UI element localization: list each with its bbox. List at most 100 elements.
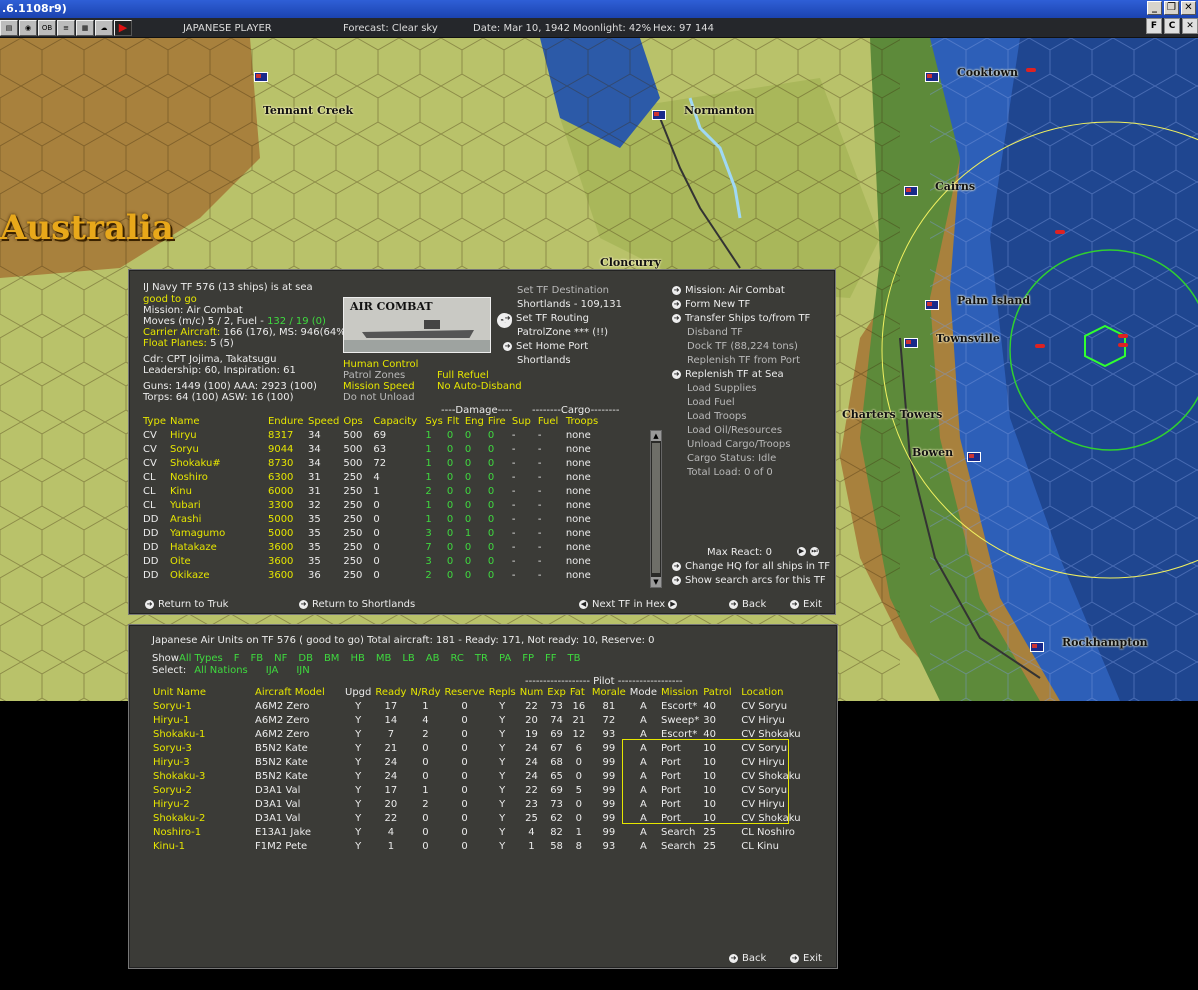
city-rockhampton[interactable]: Rockhampton	[1062, 636, 1148, 649]
city-bowen[interactable]: Bowen	[912, 446, 953, 459]
air-cell[interactable]: Search	[659, 826, 701, 840]
ship-row[interactable]: CV Soryu 9044 34 500 63 1 0 0 0- - none	[141, 443, 608, 457]
type-filter-tb[interactable]: TB	[568, 653, 581, 664]
tf-cmd-unload[interactable]: Unload Cargo/Troops	[687, 439, 790, 451]
nation-filter-all-nations[interactable]: All Nations	[194, 665, 248, 676]
air-col-header[interactable]: Morale	[590, 686, 628, 700]
air-cell[interactable]: Shokaku-3	[151, 770, 253, 784]
tf-cmd-transfer[interactable]: ➜ Transfer Ships to/from TF	[672, 313, 810, 325]
tf-cmd-disband[interactable]: Disband TF	[687, 327, 743, 339]
ship-cell[interactable]: Shokaku#	[168, 457, 266, 471]
ship-cell[interactable]: Oite	[168, 555, 266, 569]
ship-row[interactable]: DD Oite 3600 35 250 0 3 0 0 0- - none	[141, 555, 608, 569]
ship-row[interactable]: DD Arashi 5000 35 250 0 1 0 0 0- - none	[141, 513, 608, 527]
return-shortlands-button[interactable]: ➜ Return to Shortlands	[299, 599, 415, 611]
air-cell[interactable]: Kinu-1	[151, 840, 253, 854]
type-filter-db[interactable]: DB	[298, 653, 313, 664]
type-filter-all-types[interactable]: All Types	[179, 653, 223, 664]
allied-base-flag-icon[interactable]	[652, 110, 666, 120]
ship-col-header[interactable]: Capacity	[371, 415, 423, 429]
air-col-header[interactable]: Patrol	[701, 686, 739, 700]
return-truk-button[interactable]: ➜ Return to Truk	[145, 599, 228, 611]
ship-cell[interactable]: Yubari	[168, 499, 266, 513]
ship-cell[interactable]: Kinu	[168, 485, 266, 499]
city-normanton[interactable]: Normanton	[684, 104, 754, 117]
air-col-header[interactable]: Fat	[568, 686, 590, 700]
ship-cell[interactable]: Noshiro	[168, 471, 266, 485]
ship-marker-icon[interactable]	[1026, 68, 1036, 72]
change-hq-button[interactable]: ➜ Change HQ for all ships in TF	[672, 561, 830, 573]
type-filter-lb[interactable]: LB	[402, 653, 414, 664]
no-auto-disband-toggle[interactable]: No Auto-Disband	[437, 381, 522, 393]
ship-row[interactable]: CV Shokaku# 8730 34 500 72 1 0 0 0- - none	[141, 457, 608, 471]
allied-base-flag-icon[interactable]	[925, 72, 939, 82]
ship-col-header[interactable]: Type	[141, 415, 168, 429]
ship-col-header[interactable]: Endure	[266, 415, 306, 429]
set-tf-routing-button[interactable]: ➜ Set TF Routing	[503, 313, 589, 325]
city-cooktown[interactable]: Cooktown	[957, 66, 1018, 79]
type-filter-fp[interactable]: FP	[522, 653, 534, 664]
minimize-button[interactable]: _	[1147, 1, 1162, 15]
tf-cmd-load-fuel[interactable]: Load Fuel	[687, 397, 735, 409]
ship-marker-icon[interactable]	[1118, 343, 1128, 347]
do-not-unload-toggle[interactable]: Do not Unload	[343, 392, 415, 404]
air-col-header[interactable]: Upgd	[343, 686, 373, 700]
ship-cell[interactable]: Soryu	[168, 443, 266, 457]
tf-cmd-replenish-port[interactable]: Replenish TF from Port	[687, 355, 800, 367]
ship-col-header[interactable]: Name	[168, 415, 266, 429]
allied-base-flag-icon[interactable]	[904, 338, 918, 348]
type-filter-rc[interactable]: RC	[450, 653, 463, 664]
last-icon[interactable]: ⏭	[810, 546, 819, 556]
city-cairns[interactable]: Cairns	[935, 180, 975, 193]
air-col-header[interactable]: Num	[518, 686, 546, 700]
city-charters-towers[interactable]: Charters Towers	[842, 408, 942, 421]
air-cell[interactable]: Hiryu-1	[151, 714, 253, 728]
air-col-header[interactable]: Reserve	[443, 686, 487, 700]
city-cloncurry[interactable]: Cloncurry	[600, 256, 661, 269]
save-icon[interactable]: ▤	[0, 20, 18, 36]
exit-icon[interactable]: ✕	[1182, 18, 1198, 34]
type-filter-f[interactable]: F	[234, 653, 240, 664]
allied-base-flag-icon[interactable]	[925, 300, 939, 310]
air-cell[interactable]: Escort*	[659, 700, 701, 714]
ship-col-header[interactable]: Flt	[445, 415, 463, 429]
tf-cmd-load-troops[interactable]: Load Troops	[687, 411, 747, 423]
type-filter-tr[interactable]: TR	[475, 653, 488, 664]
air-unit-row[interactable]: Soryu-1 A6M2 Zero Y 17 1 0 Y 22 73 16 81 A Escort* 40…	[151, 700, 809, 714]
tf-cmd-mission[interactable]: ➜ Mission: Air Combat	[672, 285, 785, 297]
air-cell[interactable]: Soryu-1	[151, 700, 253, 714]
cloud-icon[interactable]: ☁	[95, 20, 113, 36]
nation-filter-ija[interactable]: IJA	[266, 665, 279, 676]
back-button[interactable]: ➜ Back	[729, 599, 766, 611]
air-col-header[interactable]: Mode	[628, 686, 659, 700]
air-cell[interactable]: Noshiro-1	[151, 826, 253, 840]
air-back-button[interactable]: ➜ Back	[729, 953, 766, 965]
city-tennant-creek[interactable]: Tennant Creek	[263, 104, 353, 117]
air-cell[interactable]: Hiryu-3	[151, 756, 253, 770]
type-filter-ff[interactable]: FF	[545, 653, 557, 664]
air-cell[interactable]: Soryu-3	[151, 742, 253, 756]
air-col-header[interactable]: Location	[739, 686, 809, 700]
tf-cmd-dock[interactable]: Dock TF (88,224 tons)	[687, 341, 798, 353]
ship-col-header[interactable]: Ops	[341, 415, 371, 429]
close-button[interactable]: ✕	[1181, 1, 1196, 15]
type-filter-bm[interactable]: BM	[324, 653, 340, 664]
air-col-header[interactable]: Exp	[545, 686, 568, 700]
ship-cell[interactable]: Okikaze	[168, 569, 266, 583]
ship-marker-icon[interactable]	[1055, 230, 1065, 234]
max-react-stepper[interactable]: ▶ ⏭	[797, 546, 823, 558]
table-icon[interactable]: ▦	[76, 20, 94, 36]
scroll-thumb[interactable]	[652, 443, 660, 573]
list-icon[interactable]: ≡	[57, 20, 75, 36]
air-cell[interactable]: Shokaku-2	[151, 812, 253, 826]
play-turn-icon[interactable]: ▶	[114, 20, 132, 36]
tf-float-planes[interactable]: Float Planes: 5 (5)	[143, 338, 234, 350]
air-cell[interactable]: Hiryu-2	[151, 798, 253, 812]
type-filter-mb[interactable]: MB	[376, 653, 392, 664]
globe-icon[interactable]: ◉	[19, 20, 37, 36]
air-cell[interactable]: Shokaku-1	[151, 728, 253, 742]
flag-icon[interactable]: F	[1146, 18, 1162, 34]
combat-report-icon[interactable]: C	[1164, 18, 1180, 34]
ship-col-header[interactable]: Speed	[306, 415, 341, 429]
ship-cell[interactable]: Yamagumo	[168, 527, 266, 541]
